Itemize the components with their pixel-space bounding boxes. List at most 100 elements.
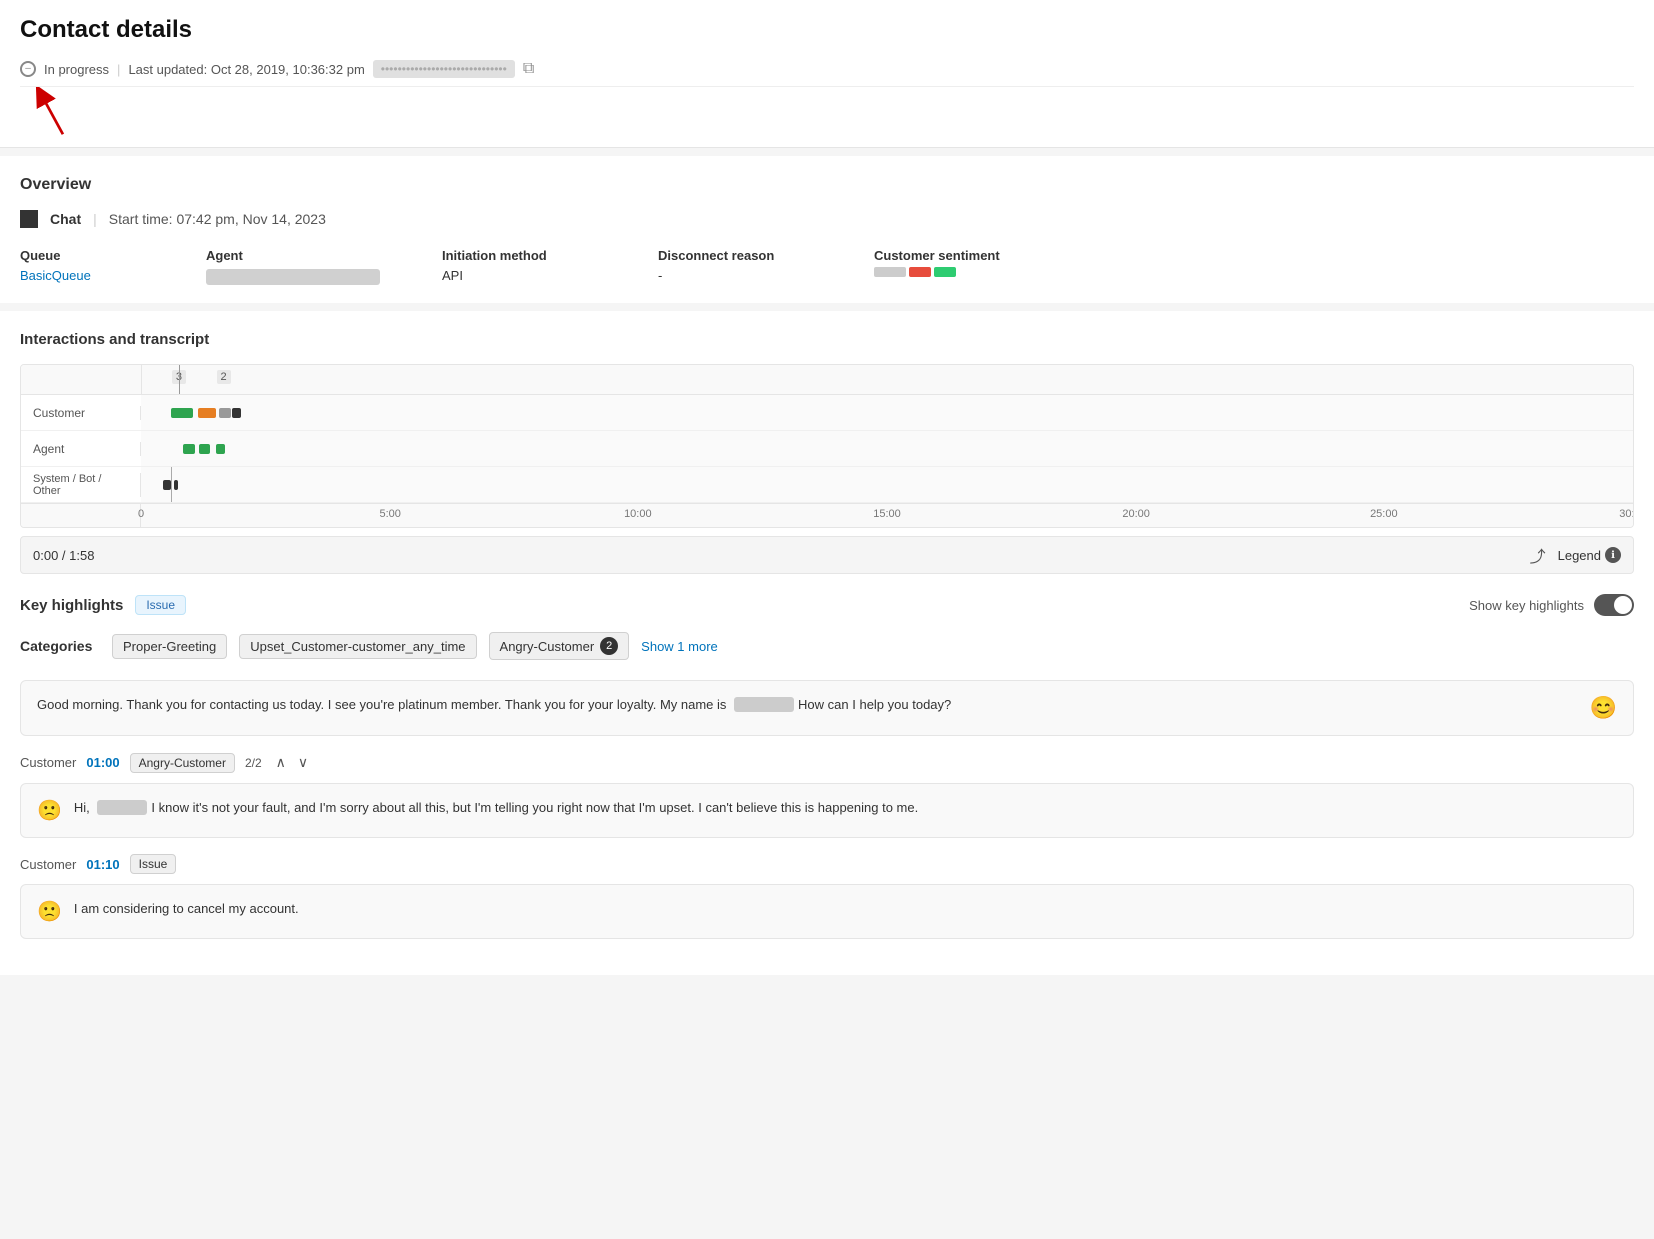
tick-0: 0 (138, 508, 144, 520)
timeline-vline (171, 467, 172, 502)
msg1-category[interactable]: Angry-Customer (130, 753, 235, 773)
row-label-customer: Customer (21, 406, 141, 420)
playback-actions: ⤴ Legend ℹ (1530, 543, 1621, 567)
chat-label: Chat (50, 211, 81, 227)
tick-1000: 10:00 (624, 508, 652, 520)
message-text-0: Good morning. Thank you for contacting u… (37, 695, 1578, 715)
in-progress-icon (20, 61, 36, 77)
initiation-value: API (442, 268, 463, 283)
arrow-annotation (20, 87, 1634, 147)
row-track-customer (141, 395, 1633, 430)
chat-row: Chat | Start time: 07:42 pm, Nov 14, 202… (20, 210, 1634, 228)
message-block-0: Good morning. Thank you for contacting u… (20, 680, 1634, 736)
bar-system-dark2 (174, 480, 178, 490)
message-meta-2: Customer 01:10 Issue (20, 854, 1634, 874)
msg1-nav-arrows: ∧ ∨ (272, 752, 313, 773)
msg2-category[interactable]: Issue (130, 854, 177, 874)
show-highlights-toggle[interactable] (1594, 594, 1634, 616)
message-block-1: 🙁 Hi, I know it's not your fault, and I'… (20, 783, 1634, 838)
sentiment-label: Customer sentiment (874, 248, 1634, 263)
bar-customer-gray1 (219, 408, 231, 418)
timeline-row-system: System / Bot /Other (21, 467, 1633, 503)
last-updated: Last updated: Oct 28, 2019, 10:36:32 pm (128, 62, 364, 77)
contact-id: •••••••••••••••••••••••••••••• (373, 60, 515, 78)
agent-item: Agent ████████████ (206, 248, 426, 283)
sentiment-bar (874, 267, 1634, 277)
page-title: Contact details (20, 16, 1634, 44)
timeline-row-agent: Agent (21, 431, 1633, 467)
page-header: Contact details In progress | Last updat… (0, 0, 1654, 148)
tick-2000: 20:00 (1122, 508, 1150, 520)
category-tag-2-count: 2 (600, 637, 618, 655)
initiation-item: Initiation method API (442, 248, 642, 283)
page-container: Contact details In progress | Last updat… (0, 0, 1654, 1239)
msg1-arrow-up[interactable]: ∧ (272, 752, 290, 773)
status-label: In progress (44, 62, 109, 77)
upset-icon-1: 🙁 (37, 798, 62, 823)
timeline-header: 3 2 (21, 365, 1633, 395)
category-tag-0[interactable]: Proper-Greeting (112, 634, 227, 659)
msg0-name (734, 697, 794, 712)
highlights-right: Show key highlights (1469, 594, 1634, 616)
msg1-arrow-down[interactable]: ∨ (294, 752, 312, 773)
issue-tag[interactable]: Issue (135, 595, 186, 615)
sentiment-seg-red (909, 267, 931, 277)
timeline-container: 3 2 Customer Agent (20, 364, 1634, 528)
msg0-end: How can I help you today? (798, 697, 951, 712)
highlights-row: Key highlights Issue Show key highlights (20, 594, 1634, 616)
row-label-system: System / Bot /Other (21, 473, 141, 497)
msg1-count: 2/2 (245, 756, 262, 770)
category-tag-1[interactable]: Upset_Customer-customer_any_time (239, 634, 476, 659)
legend-info-icon: ℹ (1605, 547, 1621, 563)
tick-1500: 15:00 (873, 508, 901, 520)
details-grid: Queue BasicQueue Agent ████████████ Init… (20, 248, 1634, 283)
interactions-panel: Interactions and transcript 3 2 Customer (0, 311, 1654, 975)
queue-value[interactable]: BasicQueue (20, 268, 91, 283)
bar-system-dark1 (163, 480, 170, 490)
copy-icon[interactable]: ⧉ (523, 60, 534, 78)
bar-agent-green2 (199, 444, 209, 454)
disconnect-value: - (658, 268, 662, 283)
agent-value: ████████████ (206, 269, 380, 285)
msg0-emoji: 😊 (1590, 695, 1617, 721)
time-axis-labels: 0 5:00 10:00 15:00 20:00 25:00 30:00 (141, 504, 1633, 527)
tick-3000: 30:00 (1619, 508, 1634, 520)
legend-label: Legend (1558, 548, 1601, 563)
msg1-time: 01:00 (86, 755, 119, 770)
msg2-speaker: Customer (20, 857, 76, 872)
message-text-1: Hi, I know it's not your fault, and I'm … (74, 798, 918, 818)
timeline-row-customer: Customer (21, 395, 1633, 431)
queue-label: Queue (20, 248, 190, 263)
agent-label: Agent (206, 248, 426, 263)
tick-2500: 25:00 (1370, 508, 1398, 520)
initiation-label: Initiation method (442, 248, 642, 263)
categories-row: Categories Proper-Greeting Upset_Custome… (20, 632, 1634, 660)
categories-label: Categories (20, 638, 100, 654)
bar-agent-green3 (216, 444, 225, 454)
bar-customer-orange (198, 408, 216, 418)
category-tag-2-label: Angry-Customer (500, 639, 595, 654)
highlights-left: Key highlights Issue (20, 595, 186, 615)
msg0-start: Good morning. Thank you for contacting u… (37, 697, 726, 712)
pin-2: 2 (217, 370, 231, 384)
overview-panel: Overview Chat | Start time: 07:42 pm, No… (0, 156, 1654, 303)
legend-button[interactable]: Legend ℹ (1558, 547, 1621, 563)
status-divider: | (117, 62, 120, 77)
show-more-link[interactable]: Show 1 more (641, 639, 718, 654)
playback-time: 0:00 / 1:58 (33, 548, 94, 563)
category-tag-2[interactable]: Angry-Customer 2 (489, 632, 630, 660)
queue-item: Queue BasicQueue (20, 248, 190, 283)
red-arrow-icon (32, 87, 72, 137)
time-axis: 0 5:00 10:00 15:00 20:00 25:00 30:00 (21, 503, 1633, 527)
key-highlights-section: Key highlights Issue Show key highlights… (20, 594, 1634, 660)
share-icon[interactable]: ⤴ (1530, 543, 1546, 567)
msg1-name (97, 800, 147, 815)
chat-icon (20, 210, 38, 228)
interactions-title: Interactions and transcript (20, 331, 1634, 348)
row-track-system (141, 467, 1633, 502)
message-text-2: I am considering to cancel my account. (74, 899, 299, 919)
highlights-title: Key highlights (20, 597, 123, 614)
sentiment-seg-gray (874, 267, 906, 277)
row-track-agent (141, 431, 1633, 466)
bar-agent-green1 (183, 444, 195, 454)
